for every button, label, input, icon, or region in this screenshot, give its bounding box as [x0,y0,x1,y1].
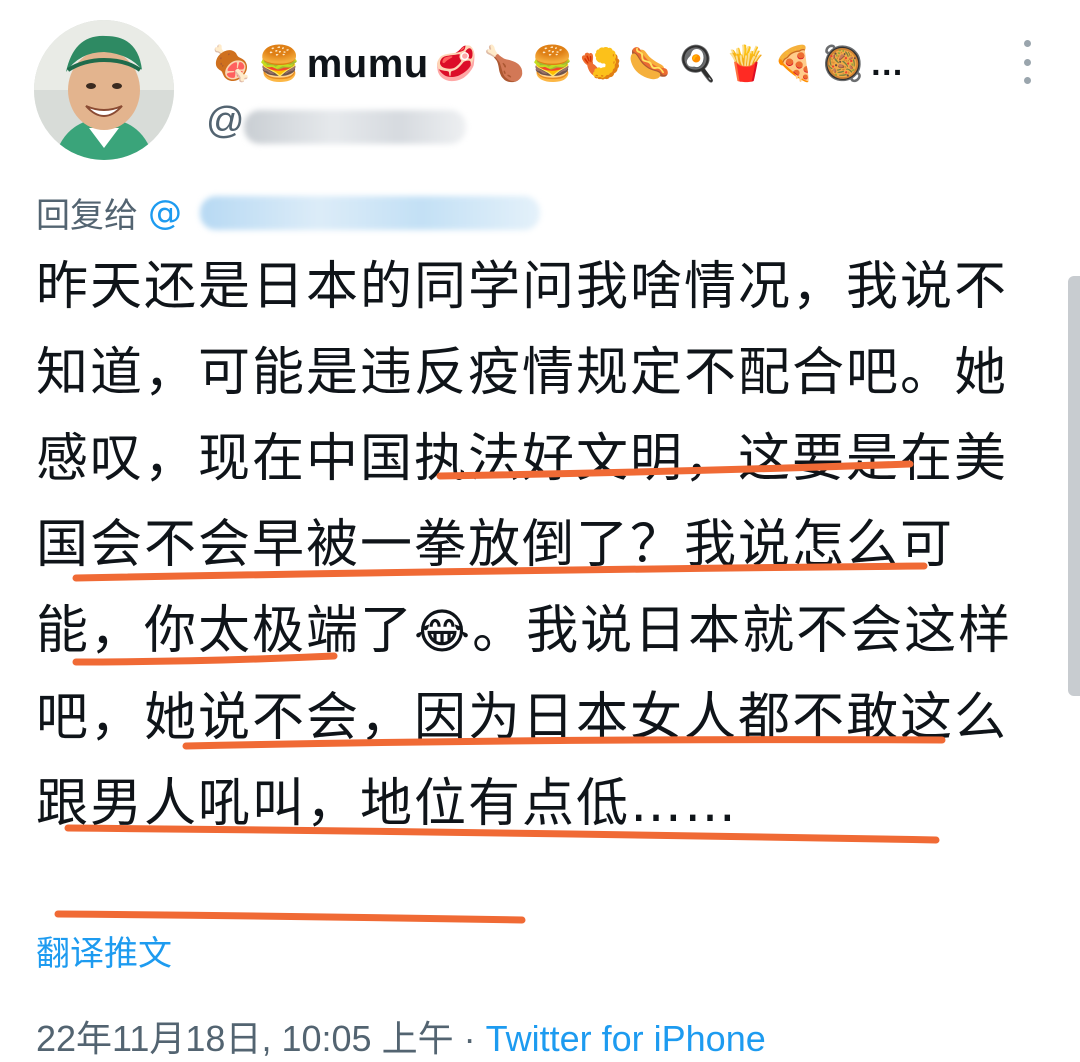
fries-emoji: 🍟 [724,44,768,84]
underline-stroke [54,910,526,924]
tweet-meta: 22年11月18日, 10:05 上午 · Twitter for iPhone [36,1010,766,1062]
meat-emoji: 🍖 [210,44,253,84]
pizza-emoji: 🍕 [773,44,816,84]
tweet-segment: …… [630,774,739,834]
author-avatar[interactable] [34,20,174,160]
name-truncation: … [869,44,904,83]
tweet-segment: 。 [472,601,527,661]
reply-mention-redaction [200,196,540,230]
steak-emoji: 🥩 [434,44,478,84]
tears-of-joy-emoji: 😂 [414,604,473,660]
shrimp-emoji: 🍤 [579,44,623,84]
more-options-button[interactable] [1012,40,1042,84]
drumstick-emoji: 🍗 [483,44,526,84]
scrollbar-handle[interactable] [1068,276,1080,696]
meta-separator: · [463,1018,476,1059]
avatar-image [34,20,174,160]
more-dot-icon [1023,77,1031,84]
handle-at-sign: @ [206,100,245,142]
reply-to-line: 回复给 @ [36,188,182,237]
tweet-source-link[interactable]: Twitter for iPhone [486,1018,766,1059]
more-dot-icon [1023,40,1031,47]
reply-to-label: 回复给 [36,196,138,236]
translate-tweet-link[interactable]: 翻译推文 [36,926,172,975]
tweet-time: 10:05 上午 [281,1018,454,1059]
burger-emoji: 🍔 [258,44,301,84]
egg-emoji: 🍳 [676,44,719,84]
more-dot-icon [1023,58,1031,66]
burger-emoji: 🍔 [531,44,574,84]
tweet-date: 22年11月18日 [36,1018,262,1059]
handle-redaction [244,110,466,144]
hotdog-emoji: 🌭 [628,44,671,84]
author-display-name: mumu [306,41,429,86]
tweet-text: 昨天还是日本的同学问我啥情况，我说不知道，可能是违反疫情规定不配合吧。她感叹，现… [36,244,1036,847]
date-comma: , [261,1018,282,1059]
paella-emoji: 🥘 [821,44,864,84]
author-handle[interactable]: @ [206,100,245,143]
reply-to-mention[interactable]: @ [148,193,182,233]
author-name-row[interactable]: 🍖 🍔 mumu 🥩 🍗 🍔 🍤 🌭 🍳 🍟 🍕 🥘 … [210,34,904,94]
